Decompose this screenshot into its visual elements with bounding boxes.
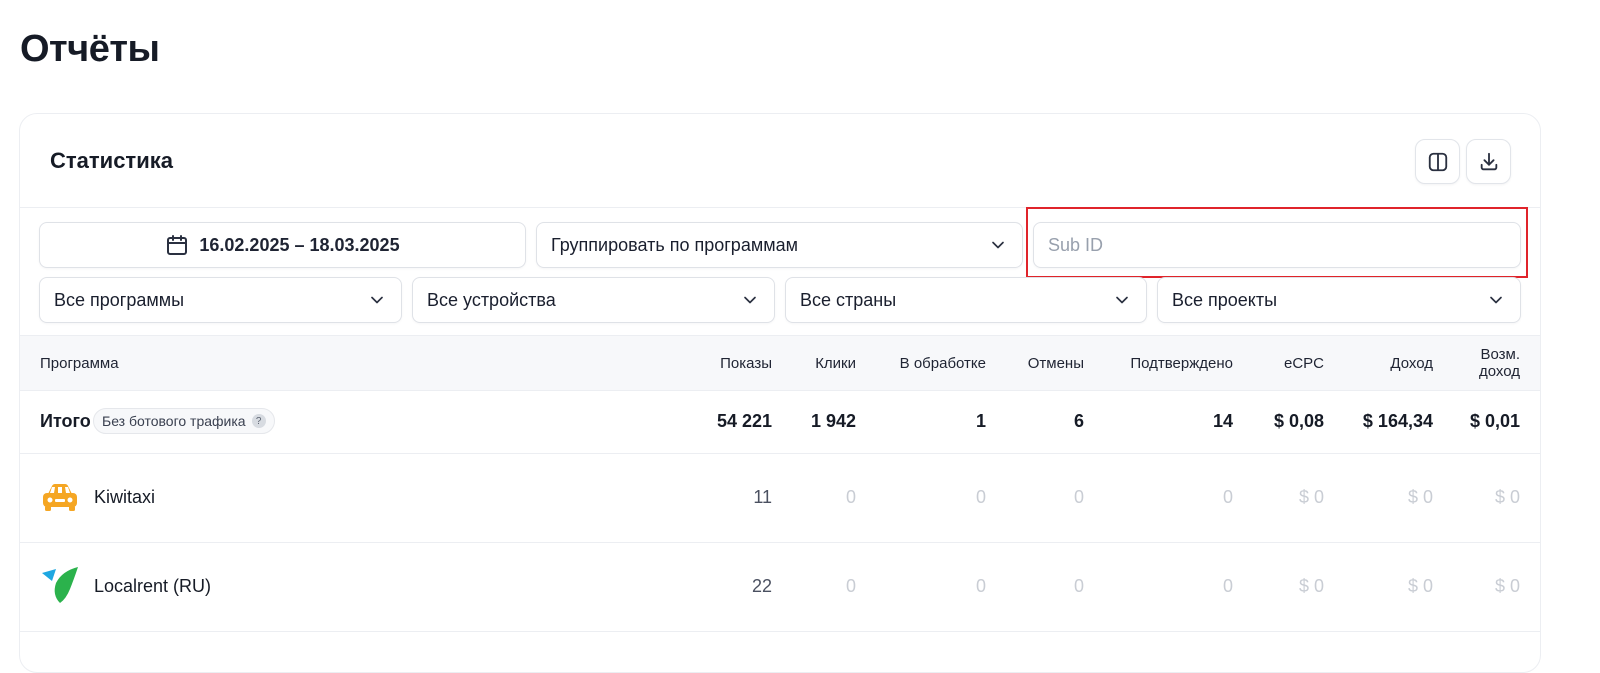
col-program[interactable]: Программа <box>40 355 119 372</box>
programs-value: Все программы <box>54 289 185 310</box>
total-income: $ 164,34 <box>1362 411 1433 431</box>
columns-icon <box>1428 152 1447 171</box>
cell-cancels: 0 <box>1073 487 1084 507</box>
countries-select[interactable]: Все страны <box>785 277 1147 323</box>
cell-cancels: 0 <box>1073 576 1084 596</box>
col-refund-line1: Возм. <box>1480 346 1520 363</box>
table-row[interactable]: Kiwitaxi 11 0 0 0 0 $ 0 $ 0 $ 0 <box>20 454 1540 543</box>
download-icon <box>1480 152 1497 170</box>
cell-confirmed: 0 <box>1222 576 1233 596</box>
cell-refund: $ 0 <box>1494 487 1520 507</box>
group-by-value: Группировать по программам <box>551 234 798 255</box>
bot-traffic-badge-label: Без ботового трафика <box>102 413 246 429</box>
subid-placeholder: Sub ID <box>1048 234 1104 255</box>
projects-select[interactable]: Все проекты <box>1157 277 1521 323</box>
countries-value: Все страны <box>800 289 897 310</box>
total-row: Итого Без ботового трафика ? 54 221 1 94… <box>20 391 1540 454</box>
cell-clicks: 0 <box>845 576 856 596</box>
total-refund: $ 0,01 <box>1469 411 1520 431</box>
total-cancels: 6 <box>1073 411 1084 431</box>
cell-confirmed: 0 <box>1222 487 1233 507</box>
cell-ecpc: $ 0 <box>1298 576 1324 596</box>
calendar-icon <box>167 235 188 255</box>
total-confirmed: 14 <box>1212 411 1233 431</box>
page-title: Отчёты <box>20 28 160 70</box>
group-by-select[interactable]: Группировать по программам <box>536 222 1023 268</box>
devices-select[interactable]: Все устройства <box>412 277 775 323</box>
table-row[interactable]: Localrent (RU) 22 0 0 0 0 $ 0 $ 0 $ 0 <box>20 543 1540 632</box>
cell-processing: 0 <box>975 576 986 596</box>
total-clicks: 1 942 <box>810 411 856 431</box>
columns-button[interactable] <box>1415 139 1460 184</box>
total-label: Итого <box>40 411 91 431</box>
program-name[interactable]: Kiwitaxi <box>94 487 155 508</box>
cell-refund: $ 0 <box>1494 576 1520 596</box>
col-refund-line2: доход <box>1478 363 1520 380</box>
chevron-down-icon <box>744 296 756 304</box>
total-processing: 1 <box>975 411 986 431</box>
subid-input[interactable]: Sub ID <box>1033 222 1521 268</box>
chevron-down-icon <box>371 296 383 304</box>
date-range-value: 16.02.2025 – 18.03.2025 <box>199 234 400 255</box>
cell-processing: 0 <box>975 487 986 507</box>
table-header: Программа Показы Клики В обработке Отмен… <box>20 335 1540 391</box>
help-icon[interactable]: ? <box>251 414 266 428</box>
download-button[interactable] <box>1466 139 1511 184</box>
date-range-picker[interactable]: 16.02.2025 – 18.03.2025 <box>39 222 526 268</box>
programs-select[interactable]: Все программы <box>39 277 402 323</box>
col-processing[interactable]: В обработке <box>900 355 986 372</box>
localrent-logo-icon <box>42 567 78 603</box>
col-impressions[interactable]: Показы <box>720 355 772 372</box>
chevron-down-icon <box>1116 296 1128 304</box>
total-impressions: 54 221 <box>716 411 772 431</box>
cell-impressions: 22 <box>751 576 772 596</box>
col-ecpc[interactable]: eCPC <box>1284 355 1324 372</box>
total-ecpc: $ 0,08 <box>1273 411 1324 431</box>
col-clicks[interactable]: Клики <box>815 355 856 372</box>
col-income[interactable]: Доход <box>1390 355 1433 372</box>
projects-value: Все проекты <box>1172 289 1278 310</box>
cell-income: $ 0 <box>1407 576 1433 596</box>
col-confirmed[interactable]: Подтверждено <box>1130 355 1233 372</box>
cell-clicks: 0 <box>845 487 856 507</box>
col-refund[interactable]: Возм. доход <box>1479 346 1520 380</box>
card-title: Статистика <box>50 148 173 173</box>
program-name[interactable]: Localrent (RU) <box>94 576 211 597</box>
taxi-car-icon <box>43 484 77 511</box>
cell-ecpc: $ 0 <box>1298 487 1324 507</box>
devices-value: Все устройства <box>427 289 556 310</box>
col-cancels[interactable]: Отмены <box>1028 355 1084 372</box>
cell-impressions: 11 <box>753 487 772 507</box>
card-header: Статистика <box>20 114 1540 208</box>
bot-traffic-badge[interactable]: Без ботового трафика ? <box>93 408 275 434</box>
chevron-down-icon <box>1490 296 1502 304</box>
chevron-down-icon <box>992 241 1004 249</box>
cell-income: $ 0 <box>1407 487 1433 507</box>
